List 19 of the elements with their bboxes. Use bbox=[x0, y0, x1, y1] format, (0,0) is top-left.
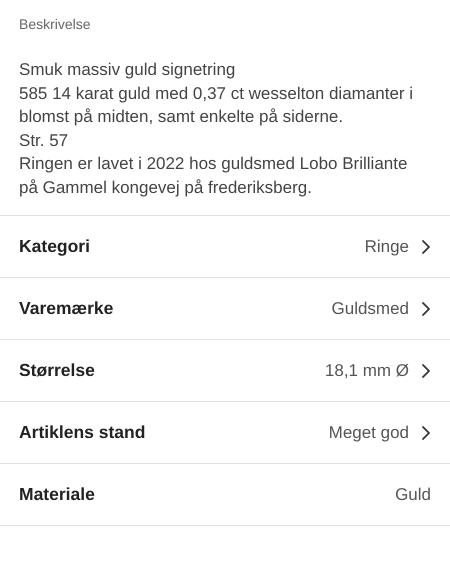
attribute-value[interactable]: Guldsmed bbox=[332, 298, 409, 318]
attribute-label: Kategori bbox=[19, 236, 91, 257]
description-text: Ringen er lavet i 2022 hos guldsmed Lobo Brilliante på Gammel kongevej på frederiksberg. bbox=[19, 153, 408, 198]
attribute-label: Størrelse bbox=[19, 360, 96, 381]
description-text: 585 14 karat guld med 0,37 ct wesselton diamanter i blomst på midten, samt enkelte på siderne. bbox=[19, 82, 414, 128]
attribute-label: Artiklens stand bbox=[19, 422, 146, 443]
chevron-right-icon[interactable] bbox=[421, 362, 431, 378]
attribute-label: Varemærke bbox=[19, 298, 114, 319]
chevron-right-icon[interactable] bbox=[421, 424, 431, 440]
attribute-value: Guld bbox=[395, 484, 431, 504]
chevron-right-icon[interactable] bbox=[421, 300, 431, 316]
section-label: Beskrivelse bbox=[19, 15, 92, 34]
attribute-label: Materiale bbox=[19, 484, 96, 505]
chevron-right-icon[interactable] bbox=[421, 238, 431, 254]
attribute-value[interactable]: Ringe bbox=[364, 236, 409, 256]
attribute-value[interactable]: 18,1 mm Ø bbox=[324, 360, 409, 380]
attribute-value[interactable]: Meget god bbox=[328, 422, 409, 442]
description-text: Str. 57 bbox=[19, 130, 70, 152]
description-text: Smuk massiv guld signetring bbox=[19, 59, 236, 81]
